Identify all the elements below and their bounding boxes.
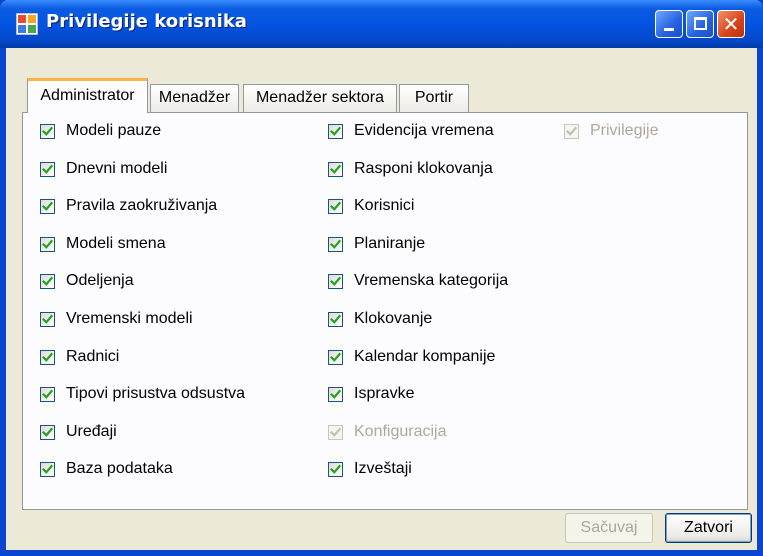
- checkbox-dnevni-modeli[interactable]: Dnevni modeli: [40, 158, 167, 180]
- checkbox-box[interactable]: [40, 161, 55, 177]
- checkbox-box[interactable]: [328, 311, 343, 327]
- checkbox-label: Kalendar kompanije: [354, 348, 496, 365]
- tab-menadzer-sektora[interactable]: Menadžer sektora: [243, 84, 397, 112]
- close-window-button[interactable]: ✕: [717, 10, 745, 38]
- checkmark-icon: [330, 201, 341, 211]
- checkbox-uredaji[interactable]: Uređaji: [40, 421, 117, 443]
- checkmark-icon: [42, 314, 53, 324]
- checkbox-box[interactable]: [328, 349, 343, 365]
- checkbox-label: Modeli pauze: [66, 122, 162, 139]
- checkbox-modeli-smena[interactable]: Modeli smena: [40, 233, 166, 255]
- checkmark-icon: [330, 464, 341, 474]
- checkbox-box[interactable]: [328, 198, 343, 214]
- checkbox-modeli-pauze[interactable]: Modeli pauze: [40, 120, 161, 142]
- checkbox-label: Evidencija vremena: [354, 122, 494, 139]
- checkbox-label: Izveštaji: [354, 460, 412, 477]
- checkbox-privilegije: Privilegije: [564, 120, 658, 142]
- app-grid-icon: [15, 12, 39, 36]
- checkbox-box[interactable]: [40, 424, 55, 440]
- checkbox-label: Vremenski modeli: [66, 310, 193, 327]
- checkmark-icon: [330, 164, 341, 174]
- close-icon: ✕: [722, 12, 740, 36]
- tab-portir[interactable]: Portir: [399, 84, 469, 112]
- checkbox-radnici[interactable]: Radnici: [40, 346, 119, 368]
- minimize-button[interactable]: [655, 10, 683, 38]
- checkmark-icon: [42, 201, 53, 211]
- checkbox-tipovi-prisustva-odsustva[interactable]: Tipovi prisustva odsustva: [40, 383, 245, 405]
- checkbox-label: Tipovi prisustva odsustva: [66, 385, 246, 402]
- checkbox-label: Uređaji: [66, 423, 117, 440]
- checkbox-ispravke[interactable]: Ispravke: [328, 383, 414, 405]
- checkmark-icon: [566, 126, 577, 136]
- checkbox-label: Modeli smena: [66, 235, 166, 252]
- checkbox-baza-podataka[interactable]: Baza podataka: [40, 458, 173, 480]
- checkbox-vremenski-modeli[interactable]: Vremenski modeli: [40, 308, 193, 330]
- checkmark-icon: [330, 276, 341, 286]
- checkmark-icon: [42, 464, 53, 474]
- save-button[interactable]: Sačuvaj: [565, 513, 653, 543]
- checkbox-label: Vremenska kategorija: [354, 272, 509, 289]
- checkbox-klokovanje[interactable]: Klokovanje: [328, 308, 432, 330]
- checkbox-rasponi-klokovanja[interactable]: Rasponi klokovanja: [328, 158, 493, 180]
- checkbox-box[interactable]: [40, 386, 55, 402]
- checkbox-label: Baza podataka: [66, 460, 173, 477]
- checkmark-icon: [330, 352, 341, 362]
- checkmark-icon: [42, 352, 53, 362]
- checkbox-konfiguracija: Konfiguracija: [328, 421, 447, 443]
- checkbox-box[interactable]: [328, 161, 343, 177]
- checkbox-label: Klokovanje: [354, 310, 433, 327]
- checkmark-icon: [42, 239, 53, 249]
- close-button[interactable]: Zatvori: [665, 513, 752, 543]
- checkbox-pravila-zaokruzivanja[interactable]: Pravila zaokruživanja: [40, 195, 217, 217]
- checkbox-box[interactable]: [40, 311, 55, 327]
- checkbox-box[interactable]: [328, 123, 343, 139]
- tab-administrator[interactable]: Administrator: [27, 78, 148, 113]
- checkbox-box[interactable]: [40, 349, 55, 365]
- maximize-button[interactable]: [686, 10, 714, 38]
- checkbox-box[interactable]: [328, 273, 343, 289]
- checkbox-box[interactable]: [328, 386, 343, 402]
- checkbox-evidencija-vremena[interactable]: Evidencija vremena: [328, 120, 494, 142]
- checkbox-label: Dnevni modeli: [66, 160, 168, 177]
- checkbox-vremenska-kategorija[interactable]: Vremenska kategorija: [328, 270, 508, 292]
- checkbox-box: [328, 424, 343, 440]
- checkbox-label: Privilegije: [590, 122, 659, 139]
- checkmark-icon: [330, 389, 341, 399]
- title-bar[interactable]: Privilegije korisnika ✕: [0, 0, 763, 48]
- checkbox-label: Pravila zaokruživanja: [66, 197, 218, 214]
- tab-menadzer[interactable]: Menadžer: [150, 84, 239, 112]
- checkbox-izvestaji[interactable]: Izveštaji: [328, 458, 412, 480]
- checkbox-label: Korisnici: [354, 197, 415, 214]
- checkbox-box[interactable]: [40, 123, 55, 139]
- checkmark-icon: [42, 276, 53, 286]
- checkbox-planiranje[interactable]: Planiranje: [328, 233, 425, 255]
- checkbox-box[interactable]: [328, 461, 343, 477]
- checkbox-kalendar-kompanije[interactable]: Kalendar kompanije: [328, 346, 495, 368]
- checkbox-label: Radnici: [66, 348, 120, 365]
- window-title: Privilegije korisnika: [46, 11, 247, 32]
- checkmark-icon: [330, 314, 341, 324]
- checkbox-box[interactable]: [40, 273, 55, 289]
- checkbox-label: Rasponi klokovanja: [354, 160, 493, 177]
- checkbox-box[interactable]: [328, 236, 343, 252]
- checkbox-box: [564, 123, 579, 139]
- checkbox-label: Ispravke: [354, 385, 415, 402]
- checkbox-label: Konfiguracija: [354, 423, 447, 440]
- checkmark-icon: [42, 389, 53, 399]
- checkmark-icon: [330, 239, 341, 249]
- checkbox-box[interactable]: [40, 198, 55, 214]
- checkbox-box[interactable]: [40, 236, 55, 252]
- checkbox-odeljenja[interactable]: Odeljenja: [40, 270, 134, 292]
- checkmark-icon: [330, 126, 341, 136]
- minimize-icon: [664, 28, 674, 31]
- checkbox-label: Planiranje: [354, 235, 426, 252]
- checkmark-icon: [42, 126, 53, 136]
- checkmark-icon: [42, 164, 53, 174]
- checkmark-icon: [330, 427, 341, 437]
- checkbox-label: Odeljenja: [66, 272, 134, 289]
- checkmark-icon: [42, 427, 53, 437]
- checkbox-box[interactable]: [40, 461, 55, 477]
- maximize-icon: [694, 17, 707, 30]
- checkbox-korisnici[interactable]: Korisnici: [328, 195, 414, 217]
